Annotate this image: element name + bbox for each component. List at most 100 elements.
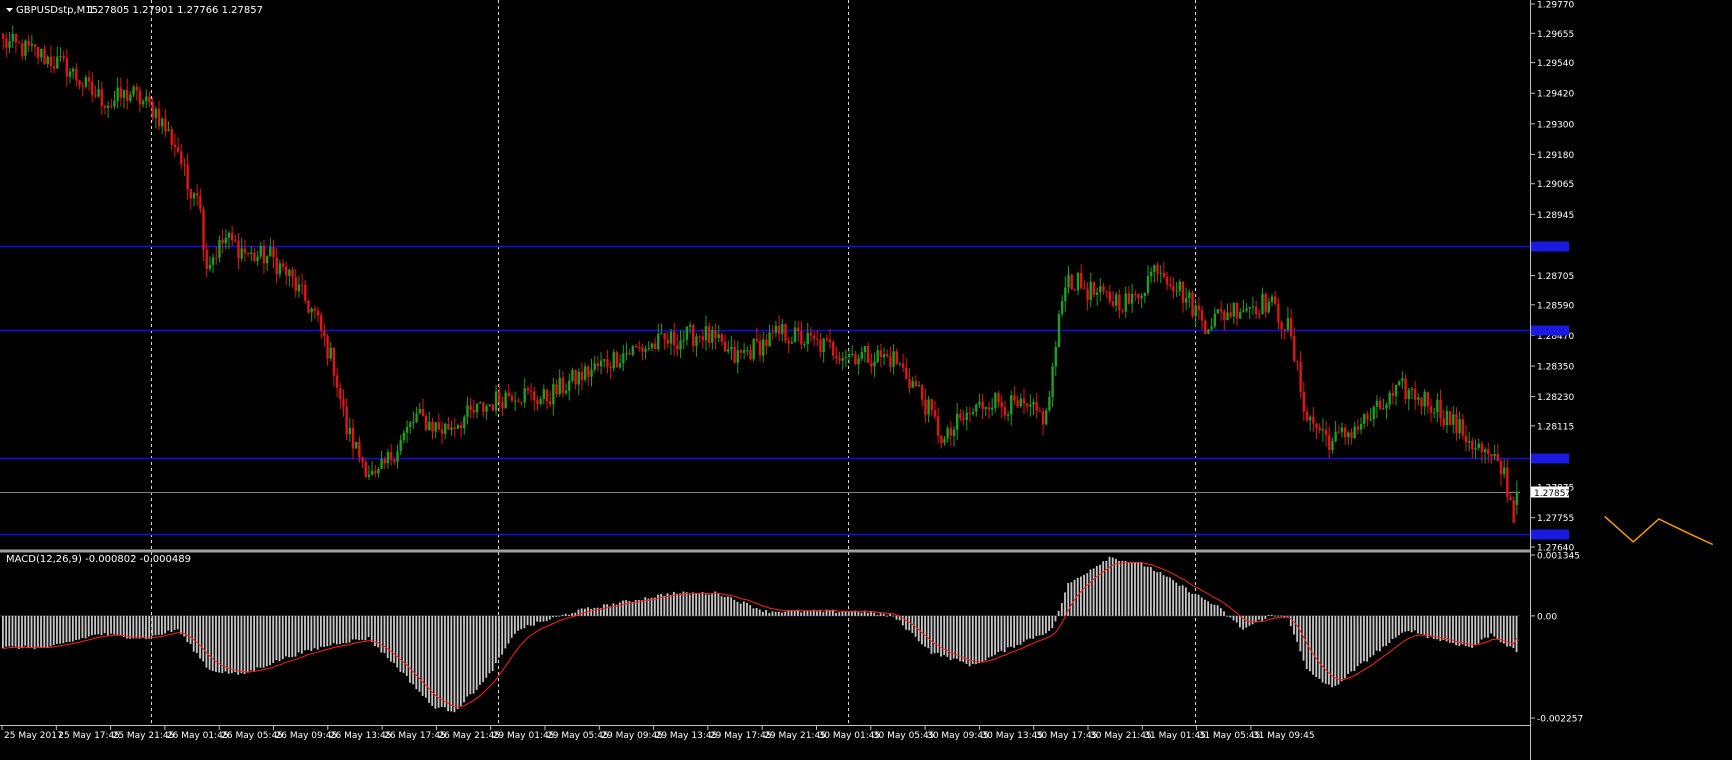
- macd-histogram-bar: [1051, 615, 1054, 629]
- price-tick-label: 1.29065: [1537, 180, 1574, 190]
- price-tick-label: 1.29300: [1537, 120, 1574, 130]
- bull-candle: [1064, 287, 1067, 301]
- bear-candle: [316, 311, 320, 316]
- bear-candle: [501, 402, 504, 409]
- macd-histogram-bar: [711, 594, 713, 616]
- price-tick-label: 1.29540: [1537, 59, 1574, 69]
- macd-histogram-bar: [367, 615, 370, 638]
- macd-histogram-bar: [1289, 615, 1292, 627]
- macd-histogram-bar: [475, 615, 478, 690]
- bull-candle: [1270, 296, 1274, 302]
- macd-histogram-bar: [895, 615, 898, 620]
- bull-candle: [259, 245, 262, 257]
- bull-candle: [1067, 274, 1070, 288]
- macd-histogram-bar: [803, 610, 806, 616]
- bull-candle: [488, 404, 491, 407]
- chart-window[interactable]: GBPUSDstp,M15 1.27805 1.27901 1.27766 1.…: [0, 0, 1732, 760]
- bear-candle: [831, 342, 835, 356]
- bear-candle: [555, 384, 558, 395]
- bear-candle: [765, 339, 768, 347]
- bull-candle: [59, 56, 62, 58]
- bear-candle: [498, 391, 501, 403]
- bull-candle: [1515, 491, 1519, 505]
- macd-histogram-bar: [1048, 615, 1051, 631]
- macd-histogram-bar: [186, 615, 189, 643]
- macd-histogram-bar: [663, 595, 666, 616]
- macd-histogram-bar: [313, 615, 316, 649]
- bull-candle: [542, 389, 545, 400]
- bull-candle: [1054, 346, 1057, 367]
- macd-histogram-bar: [720, 596, 723, 616]
- bear-candle: [825, 338, 829, 340]
- bear-candle: [1499, 460, 1503, 475]
- bull-candle: [463, 416, 466, 429]
- bear-candle: [361, 457, 364, 462]
- macd-histogram-bar: [1019, 615, 1022, 645]
- macd-histogram-bar: [56, 615, 58, 644]
- bear-candle: [491, 404, 495, 411]
- price-tick-label: 1.28590: [1537, 301, 1574, 311]
- macd-histogram-bar: [1359, 615, 1362, 664]
- macd-histogram-bar: [1474, 615, 1477, 646]
- bear-candle: [819, 339, 822, 353]
- bull-candle: [56, 56, 59, 69]
- bull-candle: [1286, 318, 1290, 330]
- bear-candle: [157, 109, 161, 127]
- macd-histogram-bar: [1328, 615, 1330, 685]
- level-price-tag: [1531, 241, 1569, 252]
- macd-histogram-bar: [1372, 615, 1375, 656]
- bull-candle: [1407, 389, 1410, 400]
- macd-histogram-bar: [1343, 615, 1346, 679]
- bear-candle: [151, 102, 154, 118]
- macd-histogram-bar: [110, 615, 112, 634]
- bull-candle: [679, 340, 682, 350]
- macd-histogram-bar: [1334, 615, 1337, 686]
- bear-candle: [962, 418, 965, 421]
- macd-histogram-bar: [8, 615, 11, 647]
- bear-candle: [1420, 397, 1423, 407]
- bear-candle: [1512, 500, 1515, 523]
- macd-histogram-bar: [1086, 573, 1089, 616]
- chart-header[interactable]: GBPUSDstp,M15 1.27805 1.27901 1.27766 1.…: [6, 5, 263, 16]
- macd-histogram-bar: [847, 611, 850, 616]
- bear-candle: [692, 325, 695, 346]
- macd-histogram-bar: [685, 592, 688, 616]
- bull-candle: [1502, 467, 1506, 475]
- macd-histogram-bar: [240, 615, 243, 674]
- macd-histogram-bar: [1041, 615, 1044, 636]
- bull-candle: [161, 118, 164, 127]
- time-tick-label: 29 May 05:45: [547, 731, 609, 741]
- macd-histogram-bar: [520, 615, 523, 630]
- bull-candle: [1417, 397, 1420, 400]
- macd-histogram-bar: [1426, 615, 1429, 638]
- macd-histogram-bar: [1267, 614, 1270, 616]
- bear-candle: [870, 362, 873, 367]
- bear-candle: [1165, 276, 1169, 285]
- macd-histogram-bar: [154, 615, 157, 636]
- bear-candle: [723, 341, 727, 352]
- macd-histogram-bar: [199, 615, 201, 659]
- bull-candle: [1452, 414, 1455, 425]
- bull-candle: [1445, 411, 1449, 426]
- bear-candle: [739, 350, 743, 353]
- macd-histogram-bar: [800, 612, 802, 616]
- macd-histogram-bar: [91, 615, 93, 636]
- bear-candle: [1289, 318, 1293, 337]
- bull-candle: [30, 43, 34, 46]
- bull-candle: [644, 348, 647, 352]
- macd-histogram-bar: [1207, 601, 1210, 616]
- macd-histogram-bar: [300, 615, 303, 654]
- bull-candle: [192, 193, 196, 199]
- bear-candle: [800, 331, 803, 345]
- bull-candle: [1410, 388, 1414, 390]
- macd-histogram-bar: [256, 615, 259, 668]
- macd-histogram-bar: [27, 615, 30, 649]
- macd-histogram-bar: [339, 615, 341, 645]
- bull-candle: [396, 451, 399, 462]
- macd-histogram-bar: [568, 614, 570, 616]
- bear-candle: [1016, 400, 1019, 407]
- macd-histogram-bar: [1000, 615, 1003, 651]
- bull-candle: [1210, 326, 1213, 330]
- macd-histogram-bar: [1293, 615, 1295, 635]
- bear-candle: [1356, 426, 1360, 430]
